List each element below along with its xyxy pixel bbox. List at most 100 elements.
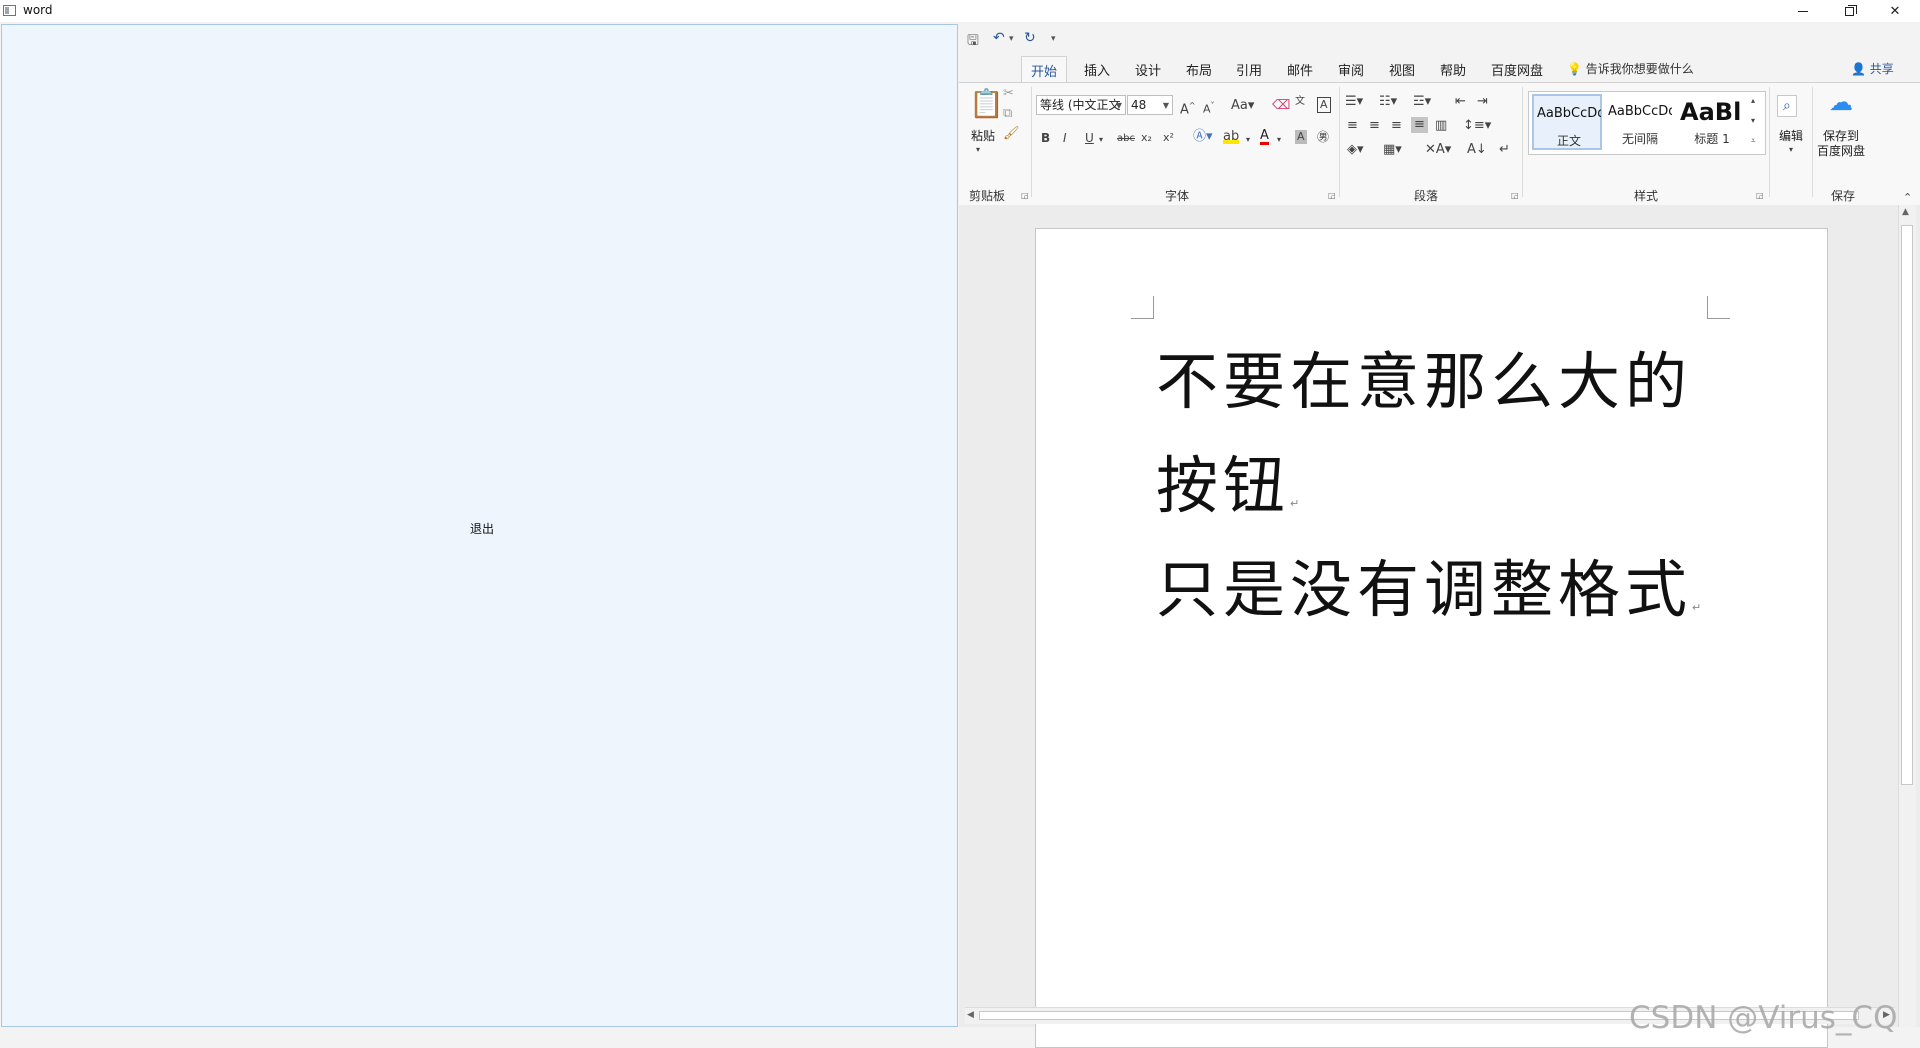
character-shading-icon[interactable]: A [1295, 130, 1307, 144]
tab-baidu-netdisk[interactable]: 百度网盘 [1491, 60, 1543, 79]
style-normal[interactable]: AaBbCcDd 正文 [1532, 94, 1602, 150]
borders-icon[interactable]: ▦▾ [1383, 143, 1402, 157]
tab-mailings[interactable]: 邮件 [1287, 60, 1313, 79]
increase-indent-icon[interactable]: ⇥ [1477, 95, 1488, 109]
tab-layout[interactable]: 布局 [1186, 60, 1212, 79]
maximize-button[interactable] [1826, 0, 1872, 22]
styles-launcher-icon[interactable]: ◲ [1756, 191, 1764, 200]
grow-font-icon[interactable]: A^ [1180, 99, 1196, 117]
enclose-characters-icon[interactable]: ㊚ [1317, 130, 1329, 144]
strikethrough-icon[interactable]: abc [1117, 132, 1135, 146]
copy-icon[interactable]: ⧉ [1003, 107, 1012, 121]
paste-icon[interactable]: 📋 [969, 89, 1004, 119]
change-case-icon[interactable]: Aa▾ [1231, 99, 1254, 113]
exit-button[interactable]: 退出 [457, 519, 507, 539]
italic-icon[interactable]: I [1063, 131, 1067, 145]
show-marks-icon[interactable]: ↵ [1499, 143, 1510, 157]
tell-me-search[interactable]: 💡 告诉我你想要做什么 [1567, 60, 1694, 77]
multilevel-list-icon[interactable]: ☲▾ [1413, 95, 1431, 109]
subscript-icon[interactable]: x₂ [1141, 131, 1152, 145]
align-center-icon[interactable]: ≡ [1369, 119, 1380, 133]
find-icon[interactable]: ⌕ [1777, 95, 1797, 117]
styles-more-icon[interactable]: ⩡ [1751, 134, 1756, 148]
font-color-dropdown-icon[interactable]: ▾ [1277, 133, 1281, 147]
tell-me-label: 告诉我你想要做什么 [1585, 62, 1694, 76]
shrink-font-icon[interactable]: A˅ [1203, 99, 1215, 117]
save-icon[interactable]: 🖫 [967, 30, 979, 54]
editing-dropdown-icon[interactable]: ▾ [1789, 143, 1793, 157]
highlight-icon[interactable]: ab [1223, 130, 1240, 144]
underline-icon[interactable]: U [1085, 131, 1094, 145]
style-heading-1[interactable]: AaBl 标题 1 [1677, 94, 1747, 150]
styles-scroll-up-icon[interactable]: ▴ [1751, 94, 1755, 108]
tab-insert[interactable]: 插入 [1084, 60, 1110, 79]
format-painter-icon[interactable]: 🖌 [1003, 127, 1020, 141]
share-button[interactable]: 👤 共享 [1851, 60, 1894, 77]
minimize-icon [1798, 10, 1808, 12]
align-left-icon[interactable]: ≡ [1347, 119, 1358, 133]
style-no-spacing[interactable]: AaBbCcDd 无间隔 [1605, 94, 1675, 150]
shading-icon[interactable]: ◈▾ [1347, 143, 1364, 157]
line-spacing-icon[interactable]: ↕≡▾ [1463, 119, 1491, 133]
document-paragraph[interactable]: 按钮↵ [1156, 435, 1299, 525]
person-icon: 👤 [1851, 62, 1866, 76]
styles-scroll-down-icon[interactable]: ▾ [1751, 114, 1755, 128]
tab-references[interactable]: 引用 [1236, 60, 1262, 79]
font-name-combo[interactable]: 等线 (中文正文 ▼ [1036, 95, 1126, 115]
paragraph-text: 不要在意那么大的 [1156, 345, 1693, 418]
character-border-icon[interactable]: A [1317, 97, 1331, 113]
font-size-combo[interactable]: 48 ▼ [1127, 95, 1173, 115]
document-paragraph[interactable]: 不要在意那么大的 [1156, 331, 1692, 421]
tab-view[interactable]: 视图 [1389, 60, 1415, 79]
document-paragraph[interactable]: 只是没有调整格式↵ [1156, 539, 1701, 629]
decrease-indent-icon[interactable]: ⇤ [1455, 95, 1466, 109]
superscript-icon[interactable]: x² [1163, 131, 1174, 145]
group-separator [1031, 87, 1032, 197]
paste-dropdown-icon[interactable]: ▾ [976, 143, 980, 157]
bold-icon[interactable]: B [1041, 131, 1050, 145]
undo-icon[interactable]: ↶ [993, 30, 1005, 46]
document-page[interactable]: 不要在意那么大的 按钮↵ 只是没有调整格式↵ [1035, 228, 1828, 1048]
save-group-label: 保存 [1831, 189, 1856, 203]
baidu-netdisk-icon[interactable]: ☁ [1829, 89, 1853, 115]
collapse-ribbon-icon[interactable]: ⌃ [1903, 191, 1912, 204]
vertical-scroll-thumb[interactable] [1901, 225, 1913, 785]
tab-review[interactable]: 审阅 [1338, 60, 1364, 79]
numbering-icon[interactable]: ☷▾ [1379, 95, 1397, 109]
font-launcher-icon[interactable]: ◲ [1328, 191, 1336, 200]
scroll-left-icon[interactable]: ◀ [967, 1010, 974, 1020]
clear-formatting-icon[interactable]: ⌫ [1272, 99, 1290, 113]
cut-icon[interactable]: ✂ [1003, 87, 1014, 101]
clipboard-launcher-icon[interactable]: ◲ [1021, 191, 1029, 200]
styles-group-label: 样式 [1634, 189, 1659, 203]
phonetic-guide-icon[interactable]: 文 [1295, 95, 1305, 109]
underline-dropdown-icon[interactable]: ▾ [1099, 133, 1103, 147]
bullets-icon[interactable]: ☰▾ [1345, 95, 1363, 109]
editing-label[interactable]: 编辑 [1779, 127, 1803, 144]
scroll-up-icon[interactable]: ▲ [1902, 207, 1909, 217]
chinese-layout-icon[interactable]: ✕A▾ [1425, 143, 1451, 157]
highlight-dropdown-icon[interactable]: ▾ [1246, 133, 1250, 147]
text-effects-icon[interactable]: Ⓐ▾ [1193, 130, 1213, 144]
tab-help[interactable]: 帮助 [1440, 60, 1466, 79]
redo-icon[interactable]: ↻ [1024, 30, 1036, 46]
undo-dropdown-icon[interactable]: ▾ [1009, 34, 1014, 44]
paragraph-launcher-icon[interactable]: ◲ [1511, 191, 1519, 200]
group-separator [1522, 87, 1523, 197]
tab-design[interactable]: 设计 [1135, 60, 1161, 79]
vertical-scrollbar[interactable]: ▲ [1898, 205, 1916, 1027]
paste-label[interactable]: 粘贴 [971, 127, 995, 144]
close-button[interactable]: ✕ [1872, 0, 1918, 22]
justify-icon[interactable]: ≡ [1411, 117, 1428, 133]
minimize-button[interactable] [1780, 0, 1826, 22]
baidu-netdisk-label[interactable]: 百度网盘 [1817, 142, 1865, 159]
ribbon-tabs: 开始 插入 设计 布局 引用 邮件 审阅 视图 帮助 百度网盘 💡 告诉我你想要… [959, 56, 1920, 83]
align-right-icon[interactable]: ≡ [1391, 119, 1402, 133]
font-group-label: 字体 [1165, 189, 1190, 203]
customize-qat-icon[interactable]: ▾ [1051, 34, 1056, 44]
tab-home[interactable]: 开始 [1021, 56, 1068, 83]
left-panel: 退出 [1, 24, 958, 1027]
sort-icon[interactable]: A↓ [1467, 143, 1487, 157]
distributed-icon[interactable]: ▥ [1435, 119, 1447, 133]
font-color-icon[interactable]: A [1260, 129, 1269, 145]
